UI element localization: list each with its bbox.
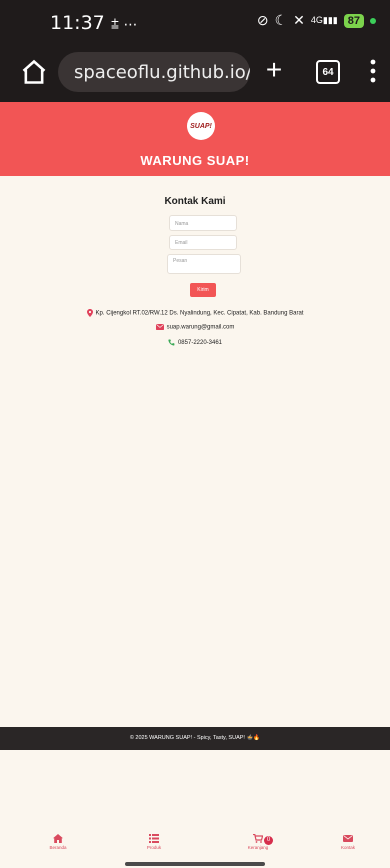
moon-icon: ☾ xyxy=(274,12,288,28)
name-field[interactable]: Nama xyxy=(169,215,237,231)
signal-icon: 4G▮▮▮ xyxy=(310,15,338,25)
system-status-bar: 11:37 ⩲ ⋯ ⊘ ☾ ✕ 4G▮▮▮ 87 xyxy=(0,0,390,40)
envelope-icon xyxy=(155,324,164,330)
home-icon xyxy=(53,834,63,843)
nav-kontak[interactable]: Kontak xyxy=(318,834,378,850)
mute-icon: ✕ xyxy=(293,12,305,28)
address-bar[interactable]: spaceoflu.github.io/l xyxy=(58,52,250,92)
nav-beranda[interactable]: Beranda xyxy=(28,834,88,850)
email-field[interactable]: Email xyxy=(169,235,237,250)
nav-keranjang[interactable]: Keranjang 0 xyxy=(228,834,288,850)
contact-heading: Kontak Kami xyxy=(164,196,226,207)
more-options-icon[interactable] xyxy=(370,58,376,84)
browser-toolbar: spaceoflu.github.io/l + 64 xyxy=(0,40,390,102)
envelope-icon xyxy=(343,835,353,842)
send-button[interactable]: Kirim xyxy=(190,283,216,297)
new-tab-icon[interactable]: + xyxy=(262,56,286,84)
message-field[interactable]: Pesan xyxy=(167,254,241,274)
privacy-dot xyxy=(370,17,376,24)
status-time: 11:37 ⩲ ⋯ xyxy=(50,12,138,34)
url-text: spaceoflu.github.io/l xyxy=(74,61,250,83)
address-line: Kp. Cijengkol RT.02/RW.12 Ds. Nyalindung… xyxy=(0,309,390,317)
site-logo[interactable]: SUAP! xyxy=(187,112,215,140)
status-icons: ⊘ ☾ ✕ 4G▮▮▮ 87 xyxy=(257,12,376,29)
gesture-bar[interactable] xyxy=(125,862,265,866)
cart-icon xyxy=(253,834,263,843)
site-header: SUAP! WARUNG SUAP! xyxy=(0,102,390,176)
tab-switcher-button[interactable]: 64 xyxy=(316,60,340,84)
nav-produk[interactable]: Produk xyxy=(124,834,184,850)
location-pin-icon xyxy=(86,309,93,317)
site-footer: © 2025 WARUNG SUAP! - Spicy, Tasty, SUAP… xyxy=(0,727,390,750)
list-icon xyxy=(149,834,159,843)
cart-count-badge: 0 xyxy=(264,836,273,845)
phone-line: 0857-2220-3461 xyxy=(0,339,390,346)
link-icon: ⊘ xyxy=(256,12,269,28)
home-icon[interactable] xyxy=(20,58,48,86)
phone-icon xyxy=(168,339,175,346)
battery-indicator: 87 xyxy=(343,13,364,28)
site-title: WARUNG SUAP! xyxy=(140,153,250,168)
email-line: suap.warung@gmail.com xyxy=(0,324,390,331)
